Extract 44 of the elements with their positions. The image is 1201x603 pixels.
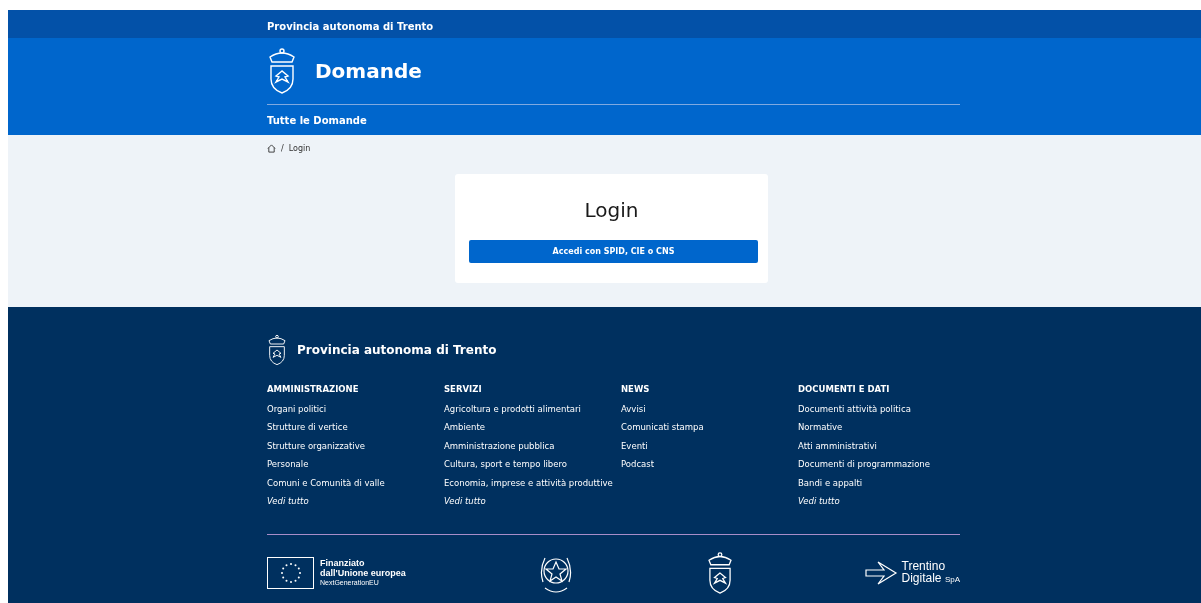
footer-link[interactable]: Documenti di programmazione (798, 459, 960, 470)
footer-link[interactable]: Amministrazione pubblica (444, 440, 621, 451)
footer-link[interactable]: Personale (267, 459, 444, 470)
partner-suffix: SpA (944, 575, 960, 584)
footer-link[interactable]: Strutture di vertice (267, 422, 444, 433)
footer-link[interactable]: Atti amministrativi (798, 440, 960, 451)
eu-funding-text: dall'Unione europea (320, 568, 406, 578)
footer-link[interactable]: Bandi e appalti (798, 477, 960, 488)
footer-link[interactable]: Comunicati stampa (621, 422, 798, 433)
partner-name: Digitale (901, 571, 942, 585)
footer-link[interactable]: Eventi (621, 440, 798, 451)
footer-title: Provincia autonoma di Trento (297, 343, 497, 357)
see-all-link[interactable]: Vedi tutto (798, 495, 960, 506)
top-bar-title: Provincia autonoma di Trento (267, 20, 434, 32)
spid-login-button[interactable]: Accedi con SPID, CIE o CNS (469, 240, 758, 263)
footer-link[interactable]: Agricoltura e prodotti alimentari (444, 404, 621, 414)
footer-link[interactable]: Ambiente (444, 422, 621, 433)
footer-link[interactable]: Podcast (621, 459, 798, 470)
footer-column-heading: NEWS (621, 384, 651, 394)
footer-column-heading: AMMINISTRAZIONE (267, 384, 360, 394)
crest-logo (267, 47, 297, 95)
see-all-link[interactable]: Vedi tutto (444, 495, 621, 506)
eu-funding-text: Finanziato (320, 558, 366, 568)
footer-column-heading: SERVIZI (444, 384, 483, 394)
star-circle-flag-icon (267, 557, 314, 589)
footer-link[interactable]: Organi politici (267, 404, 444, 414)
partner-name: Trentino (901, 560, 947, 572)
login-title: Login (583, 198, 640, 222)
footer-link[interactable]: Documenti attività politica (798, 404, 960, 414)
footer-link[interactable]: Avvisi (621, 404, 798, 414)
crest-logo (267, 334, 287, 366)
home-icon[interactable] (267, 144, 276, 153)
footer-column-heading: DOCUMENTI E DATI (798, 384, 891, 394)
site-title: Domande (315, 59, 422, 83)
breadcrumb-separator: / (281, 144, 284, 153)
footer-link[interactable]: Comuni e Comunità di valle (267, 477, 444, 488)
footer-link[interactable]: Normative (798, 422, 960, 433)
crest-emblem (706, 551, 735, 595)
footer-link[interactable]: Cultura, sport e tempo libero (444, 459, 621, 470)
footer-link[interactable]: Economia, imprese e attività produttive (444, 477, 621, 488)
breadcrumb-current: Login (288, 144, 311, 153)
footer-link[interactable]: Strutture organizzative (267, 440, 444, 451)
nav-link[interactable]: Tutte le Domande (267, 114, 367, 126)
see-all-link[interactable]: Vedi tutto (267, 495, 444, 506)
